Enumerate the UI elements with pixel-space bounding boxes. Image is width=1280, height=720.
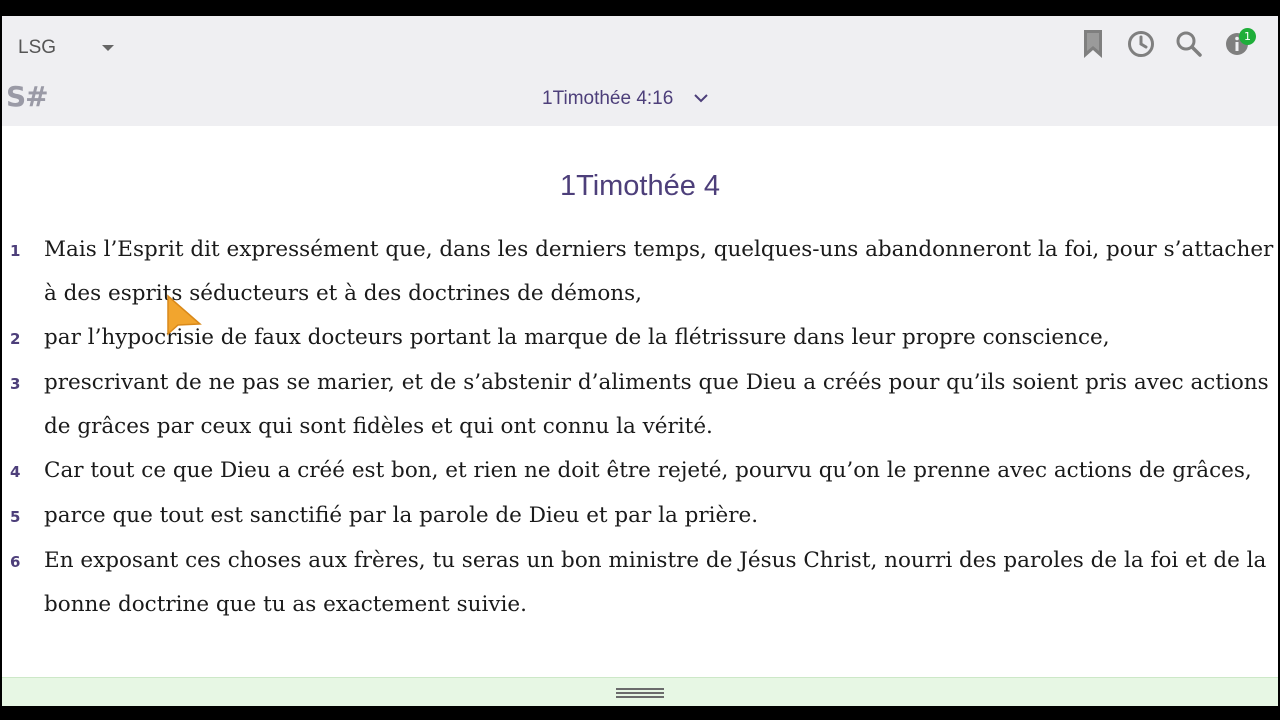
verse-text: prescrivant de ne pas se marier, et de s… xyxy=(44,370,1269,439)
verse-text: En exposant ces choses aux frères, tu se… xyxy=(44,548,1267,617)
chapter-title: 1Timothée 4 xyxy=(559,170,721,202)
dropdown-caret-icon xyxy=(102,45,115,51)
mouse-cursor-icon xyxy=(166,294,202,349)
app-logo: S# xyxy=(6,80,49,113)
notification-badge: 1 xyxy=(1239,28,1256,45)
version-selector[interactable]: LSG xyxy=(18,34,115,62)
verse-number: 6 xyxy=(10,553,21,571)
verse-row[interactable]: 5 parce que tout est sanctifié par la par… xyxy=(2,494,1278,539)
info-button[interactable]: 1 xyxy=(1222,28,1256,62)
verse-text: Car tout ce que Dieu a créé est bon, et … xyxy=(44,458,1252,483)
verse-number: 1 xyxy=(10,242,21,260)
toolbar-actions: 1 xyxy=(1078,28,1256,64)
bible-reader-screen: LSG S# 1Timothée 4:16 1 1Timothée 4 1 Ma… xyxy=(2,16,1278,706)
verse-list: 1 Mais l’Esprit dit expressément que, dan… xyxy=(2,228,1278,627)
bookmark-button[interactable] xyxy=(1078,29,1108,64)
reference-selector[interactable]: 1Timothée 4:16 xyxy=(542,84,709,114)
history-button[interactable] xyxy=(1126,30,1156,62)
search-icon xyxy=(1175,30,1203,63)
verse-text: Mais l’Esprit dit expressément que, dans… xyxy=(44,237,1274,306)
verse-text: par l’hypocrisie de faux docteurs portan… xyxy=(44,325,1110,350)
top-toolbar: LSG S# 1Timothée 4:16 1 xyxy=(2,16,1278,126)
reference-label: 1Timothée 4:16 xyxy=(542,88,674,109)
history-clock-icon xyxy=(1127,30,1155,63)
verse-text: parce que tout est sanctifié par la paro… xyxy=(44,503,759,528)
verse-number: 4 xyxy=(10,463,21,481)
search-button[interactable] xyxy=(1174,30,1204,62)
bottom-panel-bar[interactable] xyxy=(2,677,1278,706)
verse-row[interactable]: 3 prescrivant de ne pas se marier, et de … xyxy=(2,361,1278,449)
verse-row[interactable]: 6 En exposant ces choses aux frères, tu s… xyxy=(2,539,1278,627)
version-label: LSG xyxy=(18,37,57,58)
verse-row[interactable]: 4 Car tout ce que Dieu a créé est bon, et… xyxy=(2,449,1278,494)
chevron-down-icon xyxy=(693,90,709,108)
bookmark-icon xyxy=(1082,29,1104,64)
verse-number: 2 xyxy=(10,330,21,348)
verse-number: 5 xyxy=(10,508,21,526)
verse-number: 3 xyxy=(10,375,21,393)
drag-handle-icon[interactable] xyxy=(616,686,664,700)
